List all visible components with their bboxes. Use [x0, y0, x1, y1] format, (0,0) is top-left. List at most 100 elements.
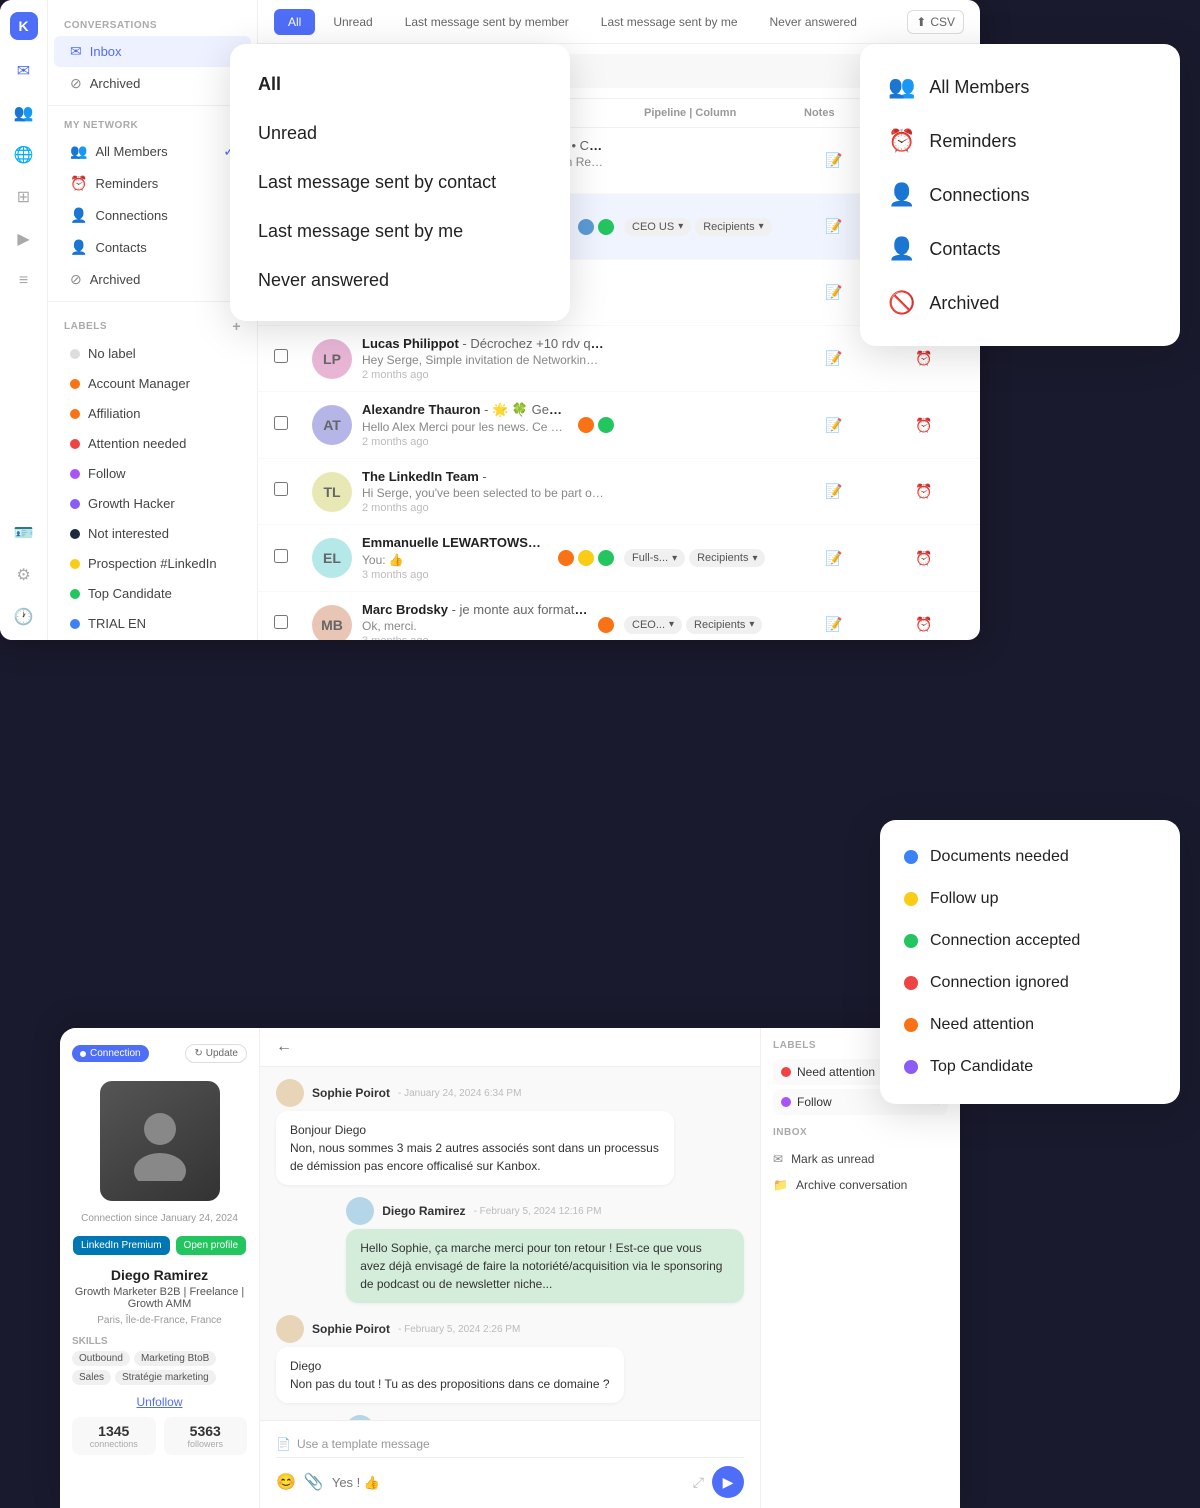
conv-reminder-6[interactable]: ⏰: [884, 550, 964, 567]
nav-clock-icon[interactable]: 🕐: [13, 606, 35, 628]
emoji-icon[interactable]: 😊: [276, 1472, 296, 1492]
chat-template[interactable]: 📄 Use a template message: [276, 1431, 744, 1458]
update-button[interactable]: ↻ Update: [185, 1044, 247, 1063]
chat-input[interactable]: [332, 1475, 685, 1490]
tab-unread[interactable]: Unread: [319, 9, 386, 35]
checkbox-6[interactable]: [274, 549, 288, 563]
row-check-4[interactable]: [274, 416, 302, 435]
conv-notes-5[interactable]: 📝: [794, 483, 874, 500]
pipeline-badge-1[interactable]: CEO US ▾: [624, 218, 691, 236]
nav-contacts[interactable]: 👤 Contacts: [54, 232, 251, 263]
recipients-badge-1[interactable]: Recipients ▾: [695, 218, 771, 236]
inbox-item-1[interactable]: 📁 Archive conversation: [773, 1172, 948, 1198]
add-label-button[interactable]: +: [232, 318, 241, 334]
conv-notes-3[interactable]: 📝: [794, 350, 874, 367]
sidebar-label-item-7[interactable]: Prospection #LinkedIn: [54, 549, 251, 578]
sidebar-label-item-2[interactable]: Affiliation: [54, 399, 251, 428]
conversation-item-6[interactable]: EL Emmanuelle LEWARTOWSKI - Coaching 🔴 W…: [258, 525, 980, 592]
unfollow-button[interactable]: Unfollow: [136, 1395, 182, 1409]
conv-reminder-5[interactable]: ⏰: [884, 483, 964, 500]
reminder-icon-3: ⏰: [915, 350, 932, 366]
sidebar-label-item-1[interactable]: Account Manager: [54, 369, 251, 398]
network-contacts[interactable]: 👤 Contacts: [860, 222, 1180, 276]
pipeline-badge-7[interactable]: CEO... ▾: [624, 616, 682, 634]
row-check-6[interactable]: [274, 549, 302, 568]
filter-last-me[interactable]: Last message sent by me: [230, 207, 570, 256]
profile-since: Connection since January 24, 2024: [81, 1213, 238, 1224]
nav-all-members[interactable]: 👥 All Members ✓: [54, 136, 251, 167]
network-reminders[interactable]: ⏰ Reminders: [860, 114, 1180, 168]
send-button[interactable]: ▶: [712, 1466, 744, 1498]
recipients-badge-6[interactable]: Recipients ▾: [689, 549, 765, 567]
sidebar-label-item-3[interactable]: Attention needed: [54, 429, 251, 458]
nav-archived-2[interactable]: ⊘ Archived: [54, 264, 251, 295]
network-connections[interactable]: 👤 Connections: [860, 168, 1180, 222]
filter-last-contact[interactable]: Last message sent by contact: [230, 158, 570, 207]
conv-notes-4[interactable]: 📝: [794, 417, 874, 434]
lt-documents-needed[interactable]: Documents needed: [880, 836, 1180, 878]
checkbox-4[interactable]: [274, 416, 288, 430]
row-check-7[interactable]: [274, 615, 302, 634]
nav-archived[interactable]: ⊘ Archived: [54, 68, 251, 99]
conversation-item-7[interactable]: MB Marc Brodsky - je monte aux formateur…: [258, 592, 980, 640]
sidebar-label-item-6[interactable]: Not interested: [54, 519, 251, 548]
tab-never-answered[interactable]: Never answered: [756, 9, 871, 35]
lt-need-attention[interactable]: Need attention: [880, 1004, 1180, 1046]
sidebar-label-item-0[interactable]: No label: [54, 339, 251, 368]
row-check-3[interactable]: [274, 349, 302, 368]
nav-card-icon[interactable]: 🪪: [13, 522, 35, 544]
nav-globe-icon[interactable]: 🌐: [13, 144, 35, 166]
reminder-icon-7: ⏰: [915, 616, 932, 632]
nav-network-icon[interactable]: 👥: [13, 102, 35, 124]
checkbox-3[interactable]: [274, 349, 288, 363]
nav-list-icon[interactable]: ≡: [13, 270, 35, 292]
sidebar-label-item-8[interactable]: Top Candidate: [54, 579, 251, 608]
csv-button[interactable]: ⬆ CSV: [907, 10, 964, 34]
conv-notes-6[interactable]: 📝: [794, 550, 874, 567]
linkedin-premium-button[interactable]: LinkedIn Premium: [73, 1236, 170, 1255]
sidebar-label-item-10[interactable]: TRIAL FR: [54, 639, 251, 640]
attachment-icon[interactable]: 📎: [304, 1472, 324, 1492]
network-archived[interactable]: 🚫 Archived: [860, 276, 1180, 330]
sidebar-label-item-9[interactable]: TRIAL EN: [54, 609, 251, 638]
chat-messages: Sophie Poirot - January 24, 2024 6:34 PM…: [260, 1067, 760, 1420]
nav-reminders[interactable]: ⏰ Reminders: [54, 168, 251, 199]
network-all-members[interactable]: 👥 All Members: [860, 60, 1180, 114]
tab-all[interactable]: All: [274, 9, 315, 35]
expand-button[interactable]: ⤢: [693, 1474, 704, 1491]
recipients-badge-7[interactable]: Recipients ▾: [686, 616, 762, 634]
inbox-item-0[interactable]: ✉ Mark as unread: [773, 1146, 948, 1172]
pipeline-badge-6[interactable]: Full-s... ▾: [624, 549, 685, 567]
lt-top-candidate[interactable]: Top Candidate: [880, 1046, 1180, 1088]
label-name-7: Prospection #LinkedIn: [88, 556, 217, 571]
lt-follow-up[interactable]: Follow up: [880, 878, 1180, 920]
open-profile-button[interactable]: Open profile: [176, 1236, 246, 1255]
checkbox-5[interactable]: [274, 482, 288, 496]
lt-connection-accepted[interactable]: Connection accepted: [880, 920, 1180, 962]
lt-connection-ignored-dot: [904, 976, 918, 990]
conv-notes-7[interactable]: 📝: [794, 616, 874, 633]
nav-filter-icon[interactable]: ⚙: [13, 564, 35, 586]
filter-never[interactable]: Never answered: [230, 256, 570, 305]
nav-connections[interactable]: 👤 Connections: [54, 200, 251, 231]
tab-last-member[interactable]: Last message sent by member: [391, 9, 583, 35]
nav-play-icon[interactable]: ▶: [13, 228, 35, 250]
sidebar-label-item-5[interactable]: Growth Hacker: [54, 489, 251, 518]
conv-reminder-7[interactable]: ⏰: [884, 616, 964, 633]
sidebar-label-item-4[interactable]: Follow: [54, 459, 251, 488]
row-check-5[interactable]: [274, 482, 302, 501]
nav-inbox[interactable]: ✉ Inbox: [54, 36, 251, 67]
filter-unread[interactable]: Unread: [230, 109, 570, 158]
checkbox-7[interactable]: [274, 615, 288, 629]
lt-connection-ignored[interactable]: Connection ignored: [880, 962, 1180, 1004]
conversation-item-4[interactable]: AT Alexandre Thauron - 🌟 🍀 Generate B2B …: [258, 392, 980, 459]
nav-inbox-icon[interactable]: ✉: [13, 60, 35, 82]
conv-reminder-4[interactable]: ⏰: [884, 417, 964, 434]
conv-reminder-3[interactable]: ⏰: [884, 350, 964, 367]
conversation-item-5[interactable]: TL The LinkedIn Team - Hi Serge, you've …: [258, 459, 980, 525]
label-name-1: Account Manager: [88, 376, 190, 391]
filter-all[interactable]: All: [230, 60, 570, 109]
chat-back-button[interactable]: ←: [276, 1038, 292, 1056]
tab-last-me[interactable]: Last message sent by me: [587, 9, 752, 35]
nav-grid-icon[interactable]: ⊞: [13, 186, 35, 208]
